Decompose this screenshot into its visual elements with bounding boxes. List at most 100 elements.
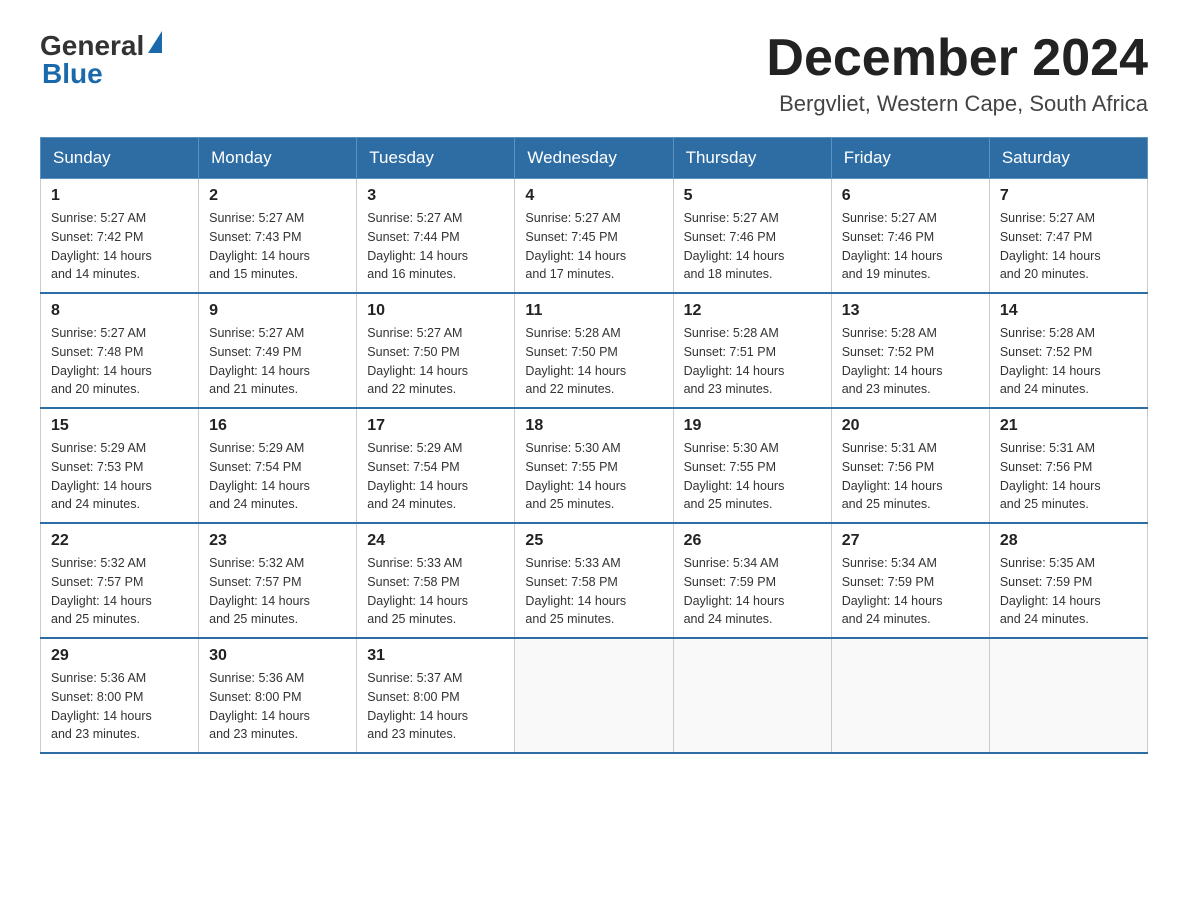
location-title: Bergvliet, Western Cape, South Africa [766,91,1148,117]
week-row-1: 1 Sunrise: 5:27 AMSunset: 7:42 PMDaylight… [41,179,1148,294]
day-info: Sunrise: 5:27 AMSunset: 7:47 PMDaylight:… [1000,209,1137,284]
calendar-cell: 24 Sunrise: 5:33 AMSunset: 7:58 PMDayligh… [357,523,515,638]
day-info: Sunrise: 5:34 AMSunset: 7:59 PMDaylight:… [842,554,979,629]
day-number: 15 [51,417,188,435]
day-number: 29 [51,647,188,665]
day-number: 23 [209,532,346,550]
day-info: Sunrise: 5:33 AMSunset: 7:58 PMDaylight:… [525,554,662,629]
day-number: 10 [367,302,504,320]
day-info: Sunrise: 5:30 AMSunset: 7:55 PMDaylight:… [525,439,662,514]
day-number: 16 [209,417,346,435]
calendar-cell: 13Sunrise: 5:28 AMSunset: 7:52 PMDayligh… [831,293,989,408]
day-info: Sunrise: 5:31 AMSunset: 7:56 PMDaylight:… [1000,439,1137,514]
calendar-cell: 30 Sunrise: 5:36 AMSunset: 8:00 PMDayligh… [199,638,357,753]
calendar-cell: 11 Sunrise: 5:28 AMSunset: 7:50 PMDayligh… [515,293,673,408]
day-info: Sunrise: 5:32 AMSunset: 7:57 PMDaylight:… [51,554,188,629]
day-number: 17 [367,417,504,435]
calendar-cell: 22 Sunrise: 5:32 AMSunset: 7:57 PMDayligh… [41,523,199,638]
calendar-cell [515,638,673,753]
day-number: 22 [51,532,188,550]
day-info: Sunrise: 5:36 AMSunset: 8:00 PMDaylight:… [51,669,188,744]
header-saturday: Saturday [989,138,1147,179]
calendar-cell: 26 Sunrise: 5:34 AMSunset: 7:59 PMDayligh… [673,523,831,638]
day-number: 11 [525,302,662,320]
day-number: 21 [1000,417,1137,435]
day-number: 25 [525,532,662,550]
header-friday: Friday [831,138,989,179]
header-tuesday: Tuesday [357,138,515,179]
week-row-3: 15 Sunrise: 5:29 AMSunset: 7:53 PMDayligh… [41,408,1148,523]
calendar-cell: 2 Sunrise: 5:27 AMSunset: 7:43 PMDaylight… [199,179,357,294]
calendar-cell: 5Sunrise: 5:27 AMSunset: 7:46 PMDaylight… [673,179,831,294]
day-info: Sunrise: 5:28 AMSunset: 7:50 PMDaylight:… [525,324,662,399]
day-number: 14 [1000,302,1137,320]
calendar-cell: 23 Sunrise: 5:32 AMSunset: 7:57 PMDayligh… [199,523,357,638]
day-number: 7 [1000,187,1137,205]
day-info: Sunrise: 5:29 AMSunset: 7:54 PMDaylight:… [367,439,504,514]
calendar-cell: 18Sunrise: 5:30 AMSunset: 7:55 PMDayligh… [515,408,673,523]
calendar-cell: 28Sunrise: 5:35 AMSunset: 7:59 PMDayligh… [989,523,1147,638]
day-number: 1 [51,187,188,205]
day-number: 6 [842,187,979,205]
day-info: Sunrise: 5:34 AMSunset: 7:59 PMDaylight:… [684,554,821,629]
header-wednesday: Wednesday [515,138,673,179]
calendar-cell: 10 Sunrise: 5:27 AMSunset: 7:50 PMDayligh… [357,293,515,408]
logo-triangle-icon [148,31,162,53]
calendar-cell: 19 Sunrise: 5:30 AMSunset: 7:55 PMDayligh… [673,408,831,523]
calendar-cell: 17 Sunrise: 5:29 AMSunset: 7:54 PMDayligh… [357,408,515,523]
day-info: Sunrise: 5:27 AMSunset: 7:42 PMDaylight:… [51,209,188,284]
day-info: Sunrise: 5:30 AMSunset: 7:55 PMDaylight:… [684,439,821,514]
day-info: Sunrise: 5:33 AMSunset: 7:58 PMDaylight:… [367,554,504,629]
calendar-cell: 21 Sunrise: 5:31 AMSunset: 7:56 PMDayligh… [989,408,1147,523]
calendar-cell: 31 Sunrise: 5:37 AMSunset: 8:00 PMDayligh… [357,638,515,753]
day-number: 26 [684,532,821,550]
day-number: 13 [842,302,979,320]
day-info: Sunrise: 5:27 AMSunset: 7:46 PMDaylight:… [842,209,979,284]
header-thursday: Thursday [673,138,831,179]
calendar-cell: 27 Sunrise: 5:34 AMSunset: 7:59 PMDayligh… [831,523,989,638]
calendar-cell: 4 Sunrise: 5:27 AMSunset: 7:45 PMDaylight… [515,179,673,294]
day-number: 31 [367,647,504,665]
day-number: 4 [525,187,662,205]
calendar-cell: 20Sunrise: 5:31 AMSunset: 7:56 PMDayligh… [831,408,989,523]
day-info: Sunrise: 5:35 AMSunset: 7:59 PMDaylight:… [1000,554,1137,629]
calendar-table: Sunday Monday Tuesday Wednesday Thursday… [40,137,1148,754]
week-row-5: 29 Sunrise: 5:36 AMSunset: 8:00 PMDayligh… [41,638,1148,753]
calendar-cell: 8Sunrise: 5:27 AMSunset: 7:48 PMDaylight… [41,293,199,408]
day-info: Sunrise: 5:27 AMSunset: 7:45 PMDaylight:… [525,209,662,284]
day-number: 3 [367,187,504,205]
weekday-header-row: Sunday Monday Tuesday Wednesday Thursday… [41,138,1148,179]
calendar-cell [831,638,989,753]
day-number: 2 [209,187,346,205]
calendar-cell [989,638,1147,753]
day-number: 19 [684,417,821,435]
week-row-4: 22 Sunrise: 5:32 AMSunset: 7:57 PMDayligh… [41,523,1148,638]
day-info: Sunrise: 5:29 AMSunset: 7:53 PMDaylight:… [51,439,188,514]
calendar-cell: 1 Sunrise: 5:27 AMSunset: 7:42 PMDaylight… [41,179,199,294]
day-info: Sunrise: 5:27 AMSunset: 7:50 PMDaylight:… [367,324,504,399]
day-number: 24 [367,532,504,550]
day-number: 27 [842,532,979,550]
day-number: 9 [209,302,346,320]
day-number: 8 [51,302,188,320]
day-number: 30 [209,647,346,665]
week-row-2: 8Sunrise: 5:27 AMSunset: 7:48 PMDaylight… [41,293,1148,408]
calendar-cell: 25 Sunrise: 5:33 AMSunset: 7:58 PMDayligh… [515,523,673,638]
calendar-cell: 16 Sunrise: 5:29 AMSunset: 7:54 PMDayligh… [199,408,357,523]
calendar-cell: 3Sunrise: 5:27 AMSunset: 7:44 PMDaylight… [357,179,515,294]
day-info: Sunrise: 5:32 AMSunset: 7:57 PMDaylight:… [209,554,346,629]
day-info: Sunrise: 5:37 AMSunset: 8:00 PMDaylight:… [367,669,504,744]
logo: General Blue [40,30,162,90]
logo-blue-text: Blue [42,58,103,90]
day-info: Sunrise: 5:29 AMSunset: 7:54 PMDaylight:… [209,439,346,514]
calendar-cell: 7 Sunrise: 5:27 AMSunset: 7:47 PMDaylight… [989,179,1147,294]
calendar-cell: 6 Sunrise: 5:27 AMSunset: 7:46 PMDaylight… [831,179,989,294]
calendar-cell: 15 Sunrise: 5:29 AMSunset: 7:53 PMDayligh… [41,408,199,523]
header-monday: Monday [199,138,357,179]
calendar-cell: 9Sunrise: 5:27 AMSunset: 7:49 PMDaylight… [199,293,357,408]
header-sunday: Sunday [41,138,199,179]
day-info: Sunrise: 5:27 AMSunset: 7:43 PMDaylight:… [209,209,346,284]
calendar-cell: 14Sunrise: 5:28 AMSunset: 7:52 PMDayligh… [989,293,1147,408]
day-number: 12 [684,302,821,320]
day-info: Sunrise: 5:36 AMSunset: 8:00 PMDaylight:… [209,669,346,744]
